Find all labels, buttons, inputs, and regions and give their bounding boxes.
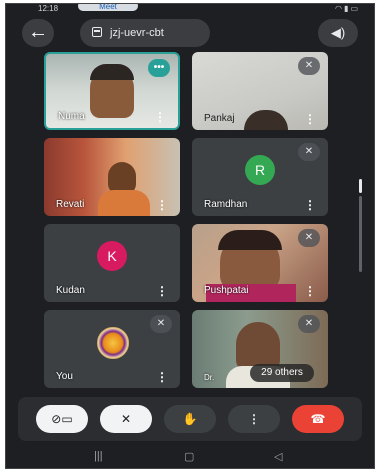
others-count-chip[interactable]: 29 others: [250, 364, 314, 382]
audio-output-button[interactable]: ◀): [318, 19, 358, 47]
scroll-track: [359, 196, 362, 272]
status-bar: 12:18 Meet ◠▮▭: [6, 4, 374, 14]
participant-tile-you[interactable]: ✕ You ⋮: [44, 310, 180, 388]
more-options-icon[interactable]: ⋮: [156, 285, 168, 297]
participant-tile-kudan[interactable]: K Kudan ⋮: [44, 224, 180, 302]
avatar: K: [97, 241, 127, 271]
phone-hangup-icon: ☎: [310, 412, 326, 426]
recent-apps-icon[interactable]: |||: [94, 450, 103, 462]
camera-toggle-button[interactable]: ⊘▭: [36, 405, 88, 433]
participant-tile-revati[interactable]: Revati ⋮: [44, 138, 180, 216]
status-icons: ◠▮▭: [335, 4, 360, 14]
mic-off-icon: ✕: [298, 315, 320, 333]
camera-off-icon: ⊘▭: [51, 412, 73, 426]
more-options-icon[interactable]: ⋮: [156, 199, 168, 211]
meet-screen: 12:18 Meet ◠▮▭ ← jzj-uevr-cbt ◀) ••• Num…: [5, 3, 375, 469]
participant-shirt: [98, 190, 150, 216]
more-options-icon[interactable]: ⋮: [156, 371, 168, 383]
status-pill: Meet: [78, 4, 138, 11]
mic-off-icon: ✕: [150, 315, 172, 333]
calendar-icon: [92, 27, 102, 37]
raise-hand-button[interactable]: ✋: [164, 405, 216, 433]
profile-emblem-avatar: [97, 327, 129, 359]
arrow-left-icon: ←: [28, 21, 48, 43]
hand-icon: ✋: [182, 412, 198, 426]
more-options-icon[interactable]: ⋮: [304, 113, 316, 125]
home-icon[interactable]: ▢: [184, 450, 194, 463]
mic-off-icon: ✕: [120, 412, 132, 426]
participant-tile-ramdhan[interactable]: R ✕ Ramdhan ⋮: [192, 138, 328, 216]
participant-tile-pushpatai[interactable]: ✕ Pushpatai ⋮: [192, 224, 328, 302]
participant-name: Ramdhan: [204, 199, 248, 210]
speaker-icon: ◀): [330, 25, 346, 40]
scroll-thumb[interactable]: [359, 179, 362, 193]
system-nav-bar: ||| ▢ ◁: [6, 446, 374, 468]
mic-off-icon: ✕: [298, 143, 320, 161]
meeting-title-chip[interactable]: jzj-uevr-cbt: [80, 19, 210, 47]
meeting-code: jzj-uevr-cbt: [110, 27, 164, 39]
participant-name: Pushpatai: [204, 285, 249, 296]
participant-name: Dr.: [204, 373, 215, 382]
avatar: R: [245, 155, 275, 185]
wifi-icon: ◠: [335, 4, 345, 13]
end-call-button[interactable]: ☎: [292, 405, 344, 433]
battery-icon: ▭: [350, 4, 360, 13]
participant-tile-numa[interactable]: ••• Numa ⋮: [44, 52, 180, 130]
participant-hair: [218, 230, 282, 250]
call-controls: ⊘▭ ✕ ✋ ⋮ ☎: [18, 397, 362, 441]
more-options-icon[interactable]: ⋮: [304, 199, 316, 211]
participant-tile-pankaj[interactable]: ✕ Pankaj ⋮: [192, 52, 328, 130]
participant-name: Pankaj: [204, 113, 235, 124]
mic-toggle-button[interactable]: ✕: [100, 405, 152, 433]
participant-name: Kudan: [56, 285, 85, 296]
participant-name: Numa: [58, 111, 85, 122]
mic-off-icon: ✕: [298, 229, 320, 247]
participant-video-pankaj: [244, 110, 288, 130]
nav-back-icon[interactable]: ◁: [274, 450, 282, 463]
status-clock: 12:18: [38, 4, 59, 13]
more-options-button[interactable]: ⋮: [228, 405, 280, 433]
participant-name: You: [56, 371, 73, 382]
speaking-indicator-icon: •••: [148, 59, 170, 77]
more-vertical-icon: ⋮: [248, 412, 260, 426]
mic-off-icon: ✕: [298, 57, 320, 75]
back-button[interactable]: ←: [22, 19, 54, 47]
top-bar: ← jzj-uevr-cbt ◀): [6, 17, 374, 53]
participant-hair: [90, 64, 134, 80]
participant-tile-overflow[interactable]: ✕ Dr. 29 others: [192, 310, 328, 388]
participant-name: Revati: [56, 199, 85, 210]
more-options-icon[interactable]: ⋮: [154, 111, 166, 123]
more-options-icon[interactable]: ⋮: [304, 285, 316, 297]
